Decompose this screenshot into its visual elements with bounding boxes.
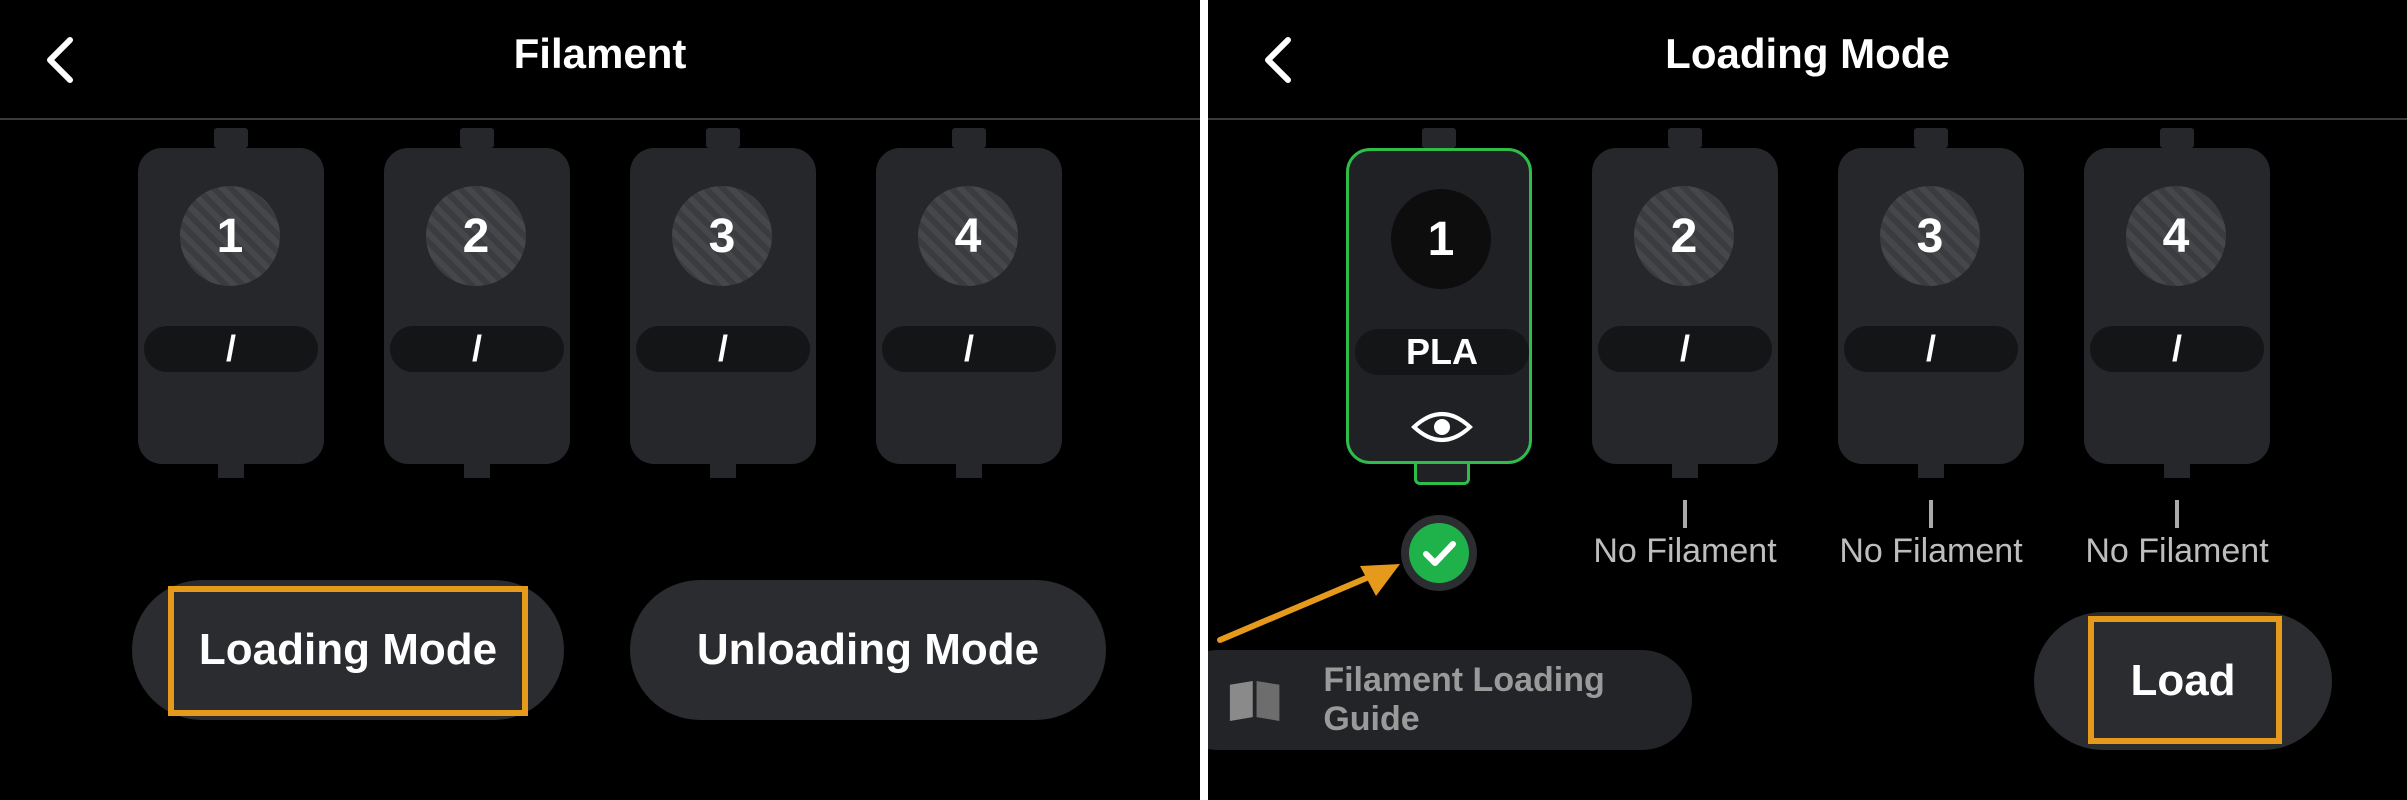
slot-material-label: / [390,326,564,372]
slot-material-label: / [2090,326,2264,372]
filament-slot-4[interactable]: 4 / [2084,128,2270,478]
check-circle-icon [1401,515,1477,591]
slot-number: 3 [672,186,772,286]
unloading-mode-button[interactable]: Unloading Mode [630,580,1106,720]
slot-number: 4 [918,186,1018,286]
slot-material-label: / [636,326,810,372]
filament-slot-4[interactable]: 4 / [876,128,1062,478]
slot-number: 2 [1634,186,1734,286]
slot-bottom-connector [2164,464,2190,478]
slot-material-label: / [144,326,318,372]
header: Loading Mode [1208,0,2407,120]
slot-bottom-connector [1918,464,1944,478]
status-connector-line [1683,500,1687,528]
slot-bottom-connector [1672,464,1698,478]
slot-top-connector [460,128,494,148]
filament-slot-3[interactable]: 3 / [630,128,816,478]
filament-slot-1[interactable]: 1 / [138,128,324,478]
slot-material-label: PLA [1355,329,1529,375]
slot-top-connector [214,128,248,148]
status-connector-line [2175,500,2179,528]
slot-material-label: / [1598,326,1772,372]
loading-mode-screen: Loading Mode 1 PLA 2 / No Filament 3 / N… [1208,0,2407,800]
eye-icon[interactable] [1411,407,1473,447]
arrow-annotation-icon [1217,564,1400,643]
loading-mode-button[interactable]: Loading Mode [132,580,564,720]
slot-body: 1 / [138,148,324,464]
slot-number: 1 [180,186,280,286]
page-title: Loading Mode [1665,30,1950,77]
slot-number: 4 [2126,186,2226,286]
slot-number: 2 [426,186,526,286]
status-connector-line [1929,500,1933,528]
slot-bottom-connector [464,464,490,478]
page-title: Filament [513,30,687,77]
slot-number: 3 [1880,186,1980,286]
panel-divider [1200,0,1208,800]
slot-material-label: / [882,326,1056,372]
guide-label: Filament Loading Guide [1323,661,1605,738]
slot-body: 2 / [1592,148,1778,464]
load-button[interactable]: Load [2034,612,2332,750]
slot-top-connector [1668,128,1702,148]
slot-top-connector [1914,128,1948,148]
slot-number: 1 [1391,189,1491,289]
filament-slot-3[interactable]: 3 / [1838,128,2024,478]
slot-body: 4 / [876,148,1062,464]
slot-material-label: / [1844,326,2018,372]
filament-slot-2[interactable]: 2 / [1592,128,1778,478]
slot-body: 2 / [384,148,570,464]
filament-slot-2[interactable]: 2 / [384,128,570,478]
slot-top-connector [2160,128,2194,148]
filament-screen: Filament 1 / 2 / 3 / 4 / Loading Mode Un… [0,0,1200,800]
header: Filament [0,0,1200,120]
slot-body: 1 PLA [1346,148,1532,464]
slot-bottom-connector [956,464,982,478]
book-icon [1229,680,1280,721]
slot-body: 3 / [1838,148,2024,464]
slot-body: 4 / [2084,148,2270,464]
slot-top-connector [952,128,986,148]
slot-status: No Filament [2085,532,2269,570]
slot-bottom-connector [218,464,244,478]
filament-loading-guide-button[interactable]: Filament Loading Guide [1208,650,1692,750]
filament-slot-1[interactable]: 1 PLA [1346,128,1532,485]
slot-bottom-connector [710,464,736,478]
slot-status: No Filament [1593,532,1777,570]
slot-top-connector [706,128,740,148]
slot-bottom-connector [1414,464,1470,485]
slot-top-connector [1422,128,1456,148]
slot-body: 3 / [630,148,816,464]
slot-status: No Filament [1839,532,2023,570]
